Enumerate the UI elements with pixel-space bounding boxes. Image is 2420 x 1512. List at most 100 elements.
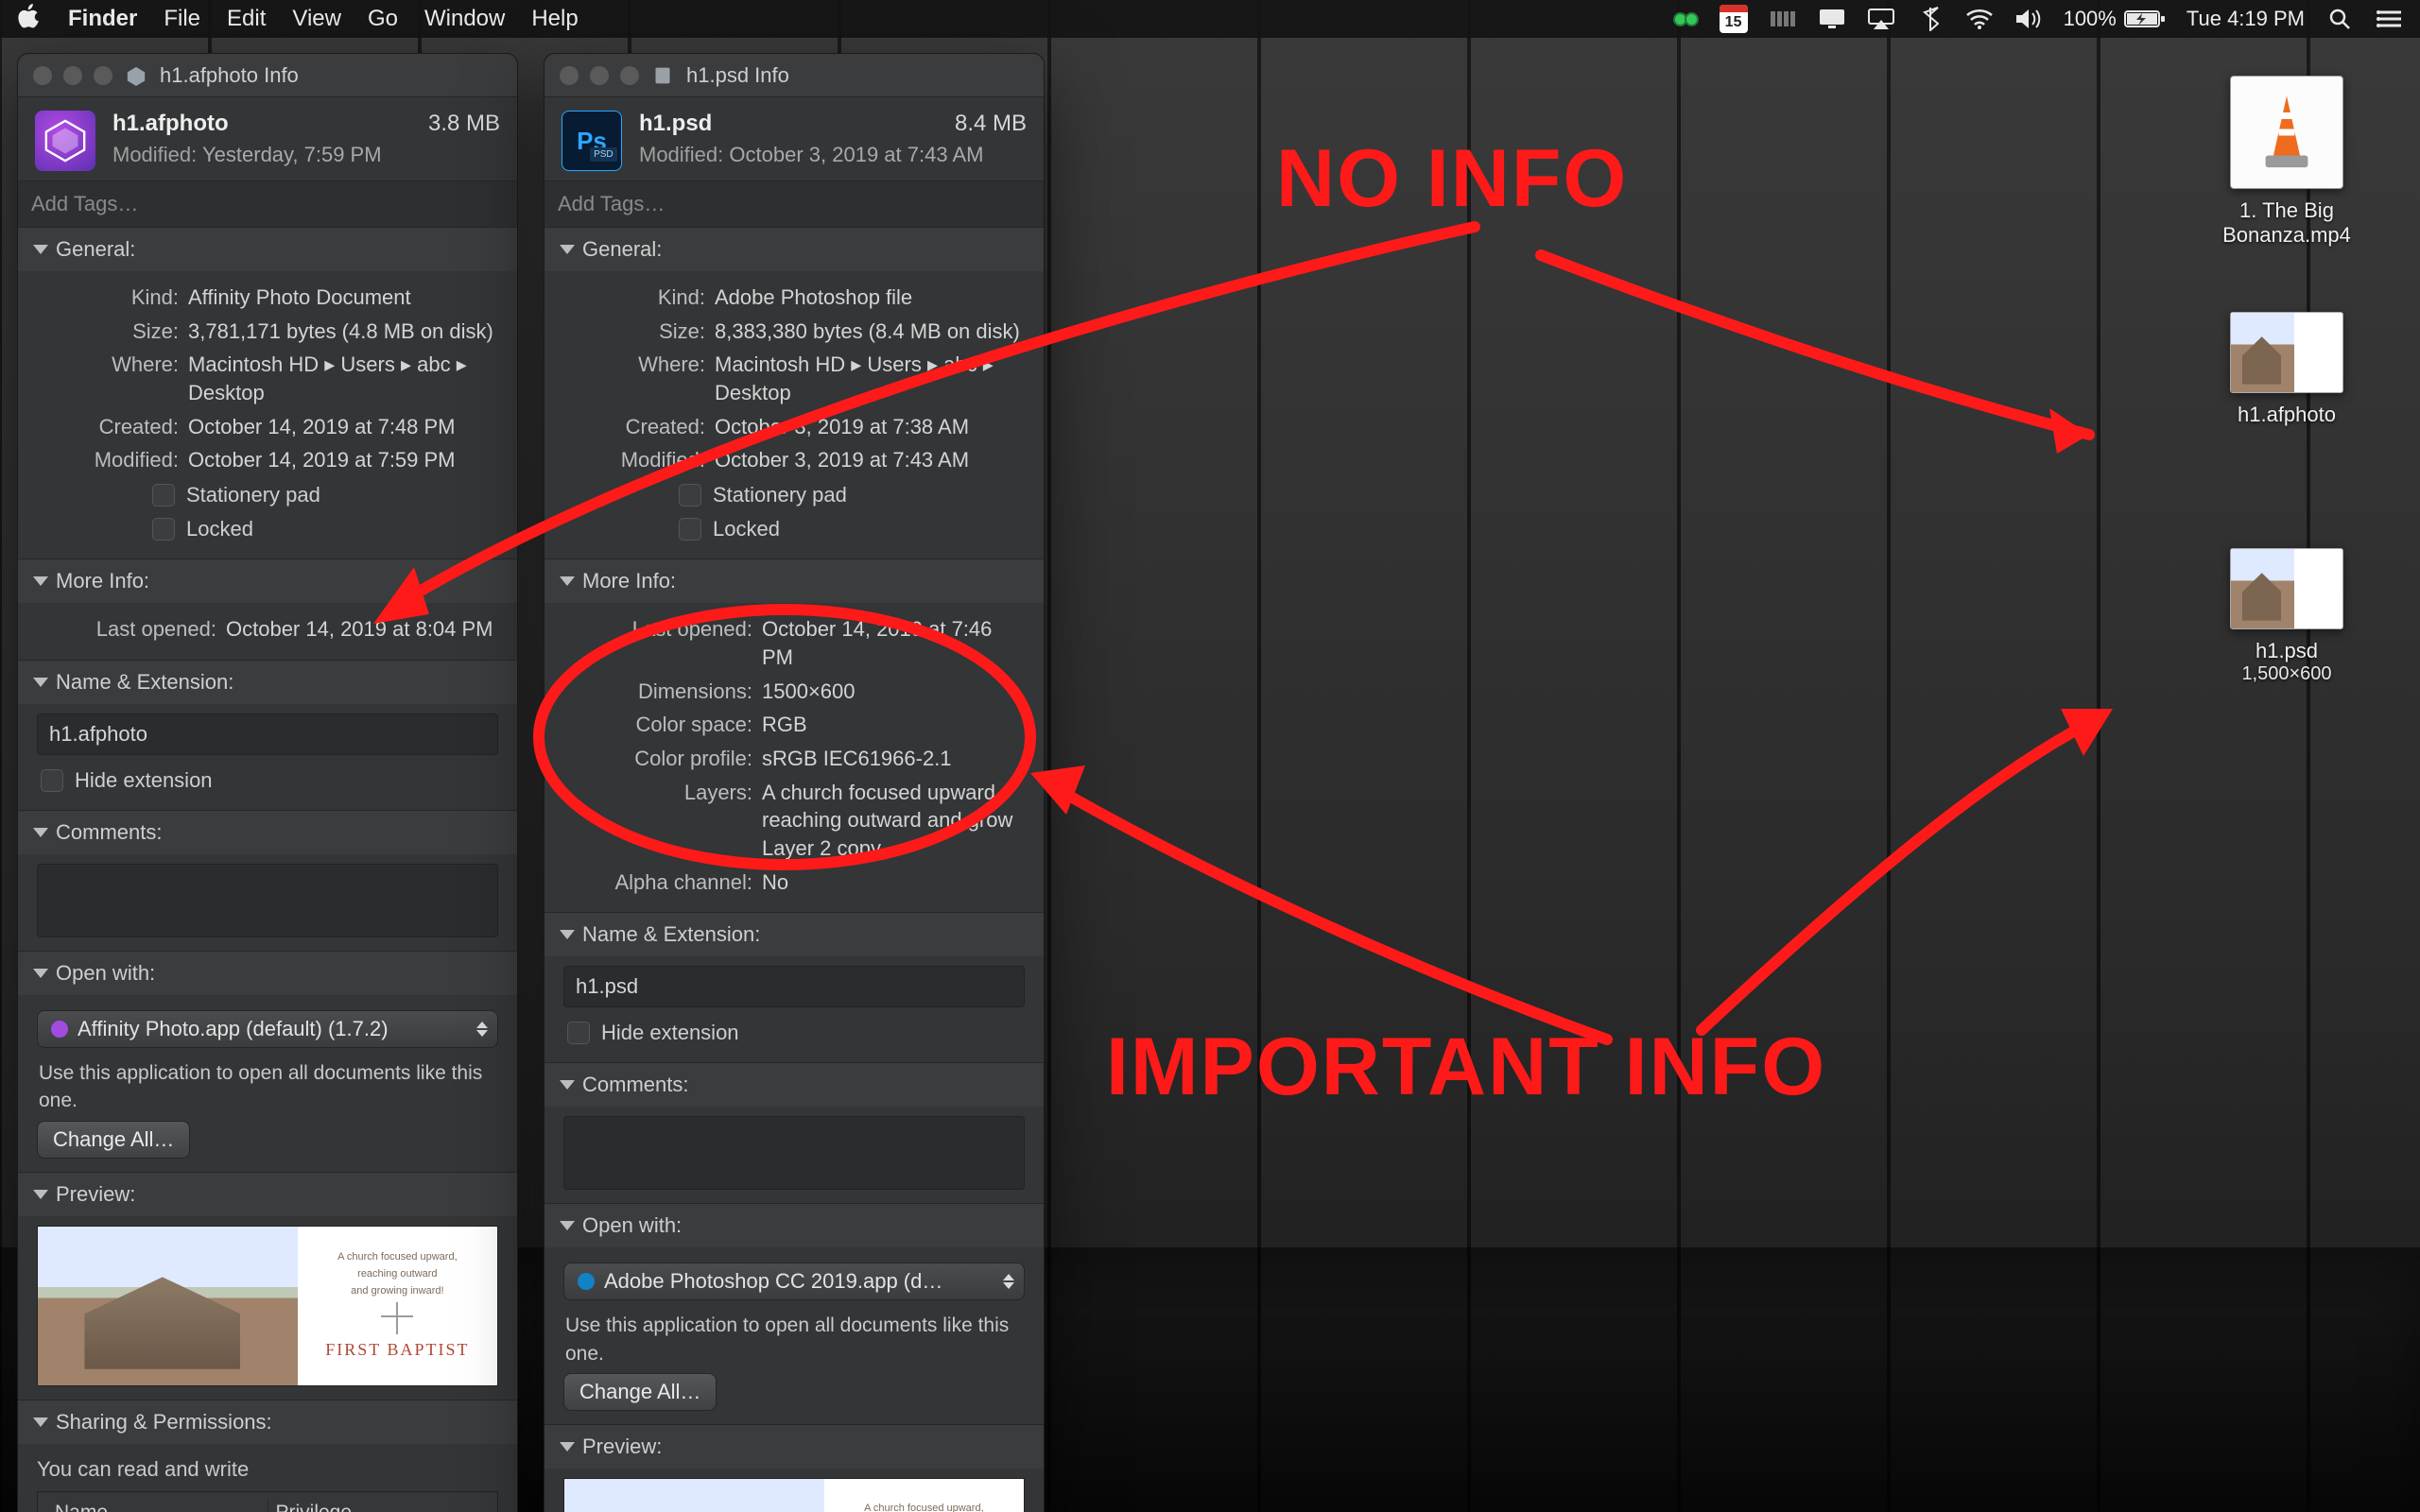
- hide-extension-checkbox[interactable]: [567, 1022, 590, 1044]
- calendar-menu-icon[interactable]: 15: [1720, 5, 1748, 33]
- menubar-clock[interactable]: Tue 4:19 PM: [2187, 7, 2305, 31]
- display-icon[interactable]: [1818, 9, 1846, 29]
- change-all-button[interactable]: Change All…: [37, 1121, 190, 1159]
- window-title06: h1.afphoto Info: [160, 63, 299, 88]
- zoom-icon[interactable]: [620, 66, 639, 85]
- stationery-checkbox[interactable]: [152, 484, 175, 507]
- name-extension-input[interactable]: h1.psd: [563, 966, 1025, 1007]
- change-all-button[interactable]: Change All…: [563, 1373, 717, 1411]
- section-general-header[interactable]: General:: [18, 228, 517, 271]
- tags-placeholder: Add Tags…: [31, 192, 138, 216]
- bluetooth-icon[interactable]: [1916, 9, 1945, 29]
- titlebar[interactable]: h1.afphoto Info: [18, 54, 517, 97]
- preview-tag3: and growing inward!: [351, 1285, 443, 1297]
- section-preview-label: Preview:: [56, 1182, 135, 1207]
- section-preview-header[interactable]: Preview:: [18, 1173, 517, 1216]
- desktop-icon-label-2: Bonanza.mp4: [2187, 223, 2386, 248]
- comments-textarea[interactable]: [37, 864, 498, 937]
- stationery-checkbox[interactable]: [679, 484, 701, 507]
- openwith-select[interactable]: Affinity Photo.app (default) (1.7.2): [37, 1010, 498, 1048]
- locked-checkbox[interactable]: [679, 518, 701, 541]
- close-icon[interactable]: [560, 66, 579, 85]
- menu-edit[interactable]: Edit: [227, 6, 266, 32]
- file-name: h1.psd: [639, 111, 712, 136]
- battery-bars-icon[interactable]: [1769, 9, 1797, 29]
- section-nameext-header[interactable]: Name & Extension:: [18, 661, 517, 704]
- titlebar[interactable]: h1.psd Info: [544, 54, 1044, 97]
- spotlight-search-icon[interactable]: [2325, 9, 2354, 29]
- perm-col-name: Name: [47, 1498, 268, 1512]
- name-extension-input[interactable]: h1.afphoto: [37, 713, 498, 755]
- disclosure-icon: [33, 1418, 48, 1427]
- colorprofile-label: Color profile:: [563, 745, 752, 773]
- lastopened-label: Last opened:: [563, 615, 752, 671]
- section-preview-header[interactable]: Preview:: [544, 1425, 1044, 1469]
- desktop-icon-sublabel: 1,500×600: [2187, 663, 2386, 685]
- notification-center-icon[interactable]: [2375, 9, 2403, 29]
- tags-placeholder: Add Tags…: [558, 192, 665, 216]
- stationery-label: Stationery pad: [186, 483, 320, 507]
- section-sharing-header[interactable]: Sharing & Permissions:: [18, 1400, 517, 1444]
- section-openwith-header[interactable]: Open with:: [18, 952, 517, 995]
- menu-help[interactable]: Help: [531, 6, 578, 32]
- created-value: October 3, 2019 at 7:38 AM: [715, 413, 1025, 441]
- status-dots-icon[interactable]: [1676, 12, 1699, 26]
- disclosure-icon: [33, 576, 48, 586]
- desktop-icon-label-1: 1. The Big: [2187, 198, 2386, 223]
- apple-logo-icon[interactable]: [17, 4, 42, 35]
- tags-input[interactable]: Add Tags…: [544, 180, 1044, 228]
- wifi-icon[interactable]: [1965, 9, 1994, 29]
- desktop-icon-afphoto[interactable]: h1.afphoto: [2187, 312, 2386, 427]
- section-nameext-header[interactable]: Name & Extension:: [544, 913, 1044, 956]
- section-openwith-header[interactable]: Open with:: [544, 1204, 1044, 1247]
- disclosure-icon: [560, 576, 575, 586]
- minimize-icon[interactable]: [63, 66, 82, 85]
- volume-icon[interactable]: [2014, 9, 2043, 29]
- preview-tag1: A church focused upward,: [337, 1251, 458, 1263]
- menu-go[interactable]: Go: [368, 6, 398, 32]
- section-openwith-label: Open with:: [56, 961, 155, 986]
- desktop-icon-psd[interactable]: h1.psd 1,500×600: [2187, 548, 2386, 685]
- zoom-icon[interactable]: [94, 66, 112, 85]
- openwith-select[interactable]: Adobe Photoshop CC 2019.app (d…: [563, 1263, 1025, 1300]
- desktop-icon-label: h1.afphoto: [2187, 403, 2386, 427]
- colorspace-value: RGB: [762, 711, 1025, 739]
- close-icon[interactable]: [33, 66, 52, 85]
- menu-window[interactable]: Window: [424, 6, 505, 32]
- traffic-lights[interactable]: [560, 66, 639, 85]
- section-comments-label: Comments:: [582, 1073, 688, 1097]
- comments-textarea[interactable]: [563, 1116, 1025, 1190]
- menubar-app-name[interactable]: Finder: [68, 6, 137, 32]
- section-comments-header[interactable]: Comments:: [544, 1063, 1044, 1107]
- created-label: Created:: [563, 413, 705, 441]
- modified2-value: October 3, 2019 at 7:43 AM: [715, 446, 1025, 474]
- desktop-icon-video[interactable]: 1. The Big Bonanza.mp4: [2187, 76, 2386, 248]
- airplay-icon[interactable]: [1867, 9, 1895, 29]
- hide-extension-checkbox[interactable]: [41, 769, 63, 792]
- section-moreinfo-header[interactable]: More Info:: [18, 559, 517, 603]
- where-label: Where:: [37, 351, 179, 406]
- menu-view[interactable]: View: [292, 6, 341, 32]
- disclosure-icon: [560, 1221, 575, 1230]
- section-comments-header[interactable]: Comments:: [18, 811, 517, 854]
- change-all-label: Change All…: [53, 1127, 174, 1151]
- section-moreinfo-label: More Info:: [56, 569, 149, 593]
- section-general-header[interactable]: General:: [544, 228, 1044, 271]
- annotation-no-info: NO INFO: [1276, 132, 1628, 226]
- section-openwith-label: Open with:: [582, 1213, 682, 1238]
- section-general-label: General:: [582, 237, 662, 262]
- menu-file[interactable]: File: [164, 6, 200, 32]
- modified-value: October 3, 2019 at 7:43 AM: [729, 143, 983, 166]
- chevron-updown-icon: [476, 1022, 488, 1037]
- battery-icon: [2124, 9, 2166, 29]
- battery-status[interactable]: 100%: [2064, 7, 2166, 31]
- locked-checkbox[interactable]: [152, 518, 175, 541]
- minimize-icon[interactable]: [590, 66, 609, 85]
- battery-percentage: 100%: [2064, 7, 2117, 31]
- file-size: 3.8 MB: [428, 111, 500, 137]
- lastopened-value: October 14, 2019 at 7:46 PM: [762, 615, 1025, 671]
- traffic-lights[interactable]: [33, 66, 112, 85]
- info-window-afphoto: h1.afphoto Info h1.afphoto 3.8 MB Modifi…: [17, 53, 518, 1512]
- section-moreinfo-header[interactable]: More Info:: [544, 559, 1044, 603]
- tags-input[interactable]: Add Tags…: [18, 180, 517, 228]
